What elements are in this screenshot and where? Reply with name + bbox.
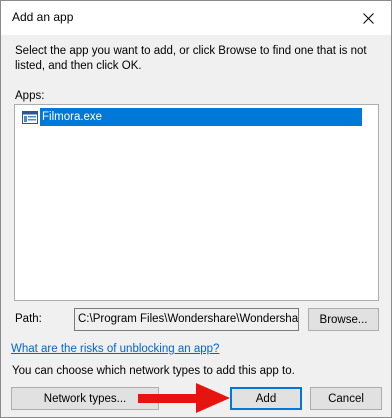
app-name: Filmora.exe [40,108,362,126]
app-window-icon [22,110,38,124]
list-item[interactable]: Filmora.exe [20,108,362,126]
close-button[interactable] [345,1,391,35]
risks-link[interactable]: What are the risks of unblocking an app? [11,343,219,355]
close-icon [362,12,374,24]
path-label: Path: [15,313,42,325]
browse-button[interactable]: Browse... [308,308,379,331]
dialog-description: Select the app you want to add, or click… [15,45,367,72]
red-arrow-icon [138,383,230,413]
path-field[interactable]: C:\Program Files\Wondershare\Wondershare [74,308,299,331]
network-types-button[interactable]: Network types... [11,387,159,410]
apps-label: Apps: [15,90,45,102]
cancel-button[interactable]: Cancel [310,387,382,410]
network-hint: You can choose which network types to ad… [12,365,295,377]
title-bar: Add an app [1,1,391,35]
add-app-dialog: Add an app Select the app you want to ad… [0,0,392,418]
dialog-title: Add an app [12,10,74,24]
apps-list[interactable]: Filmora.exe [14,104,379,301]
add-button[interactable]: Add [230,387,302,410]
